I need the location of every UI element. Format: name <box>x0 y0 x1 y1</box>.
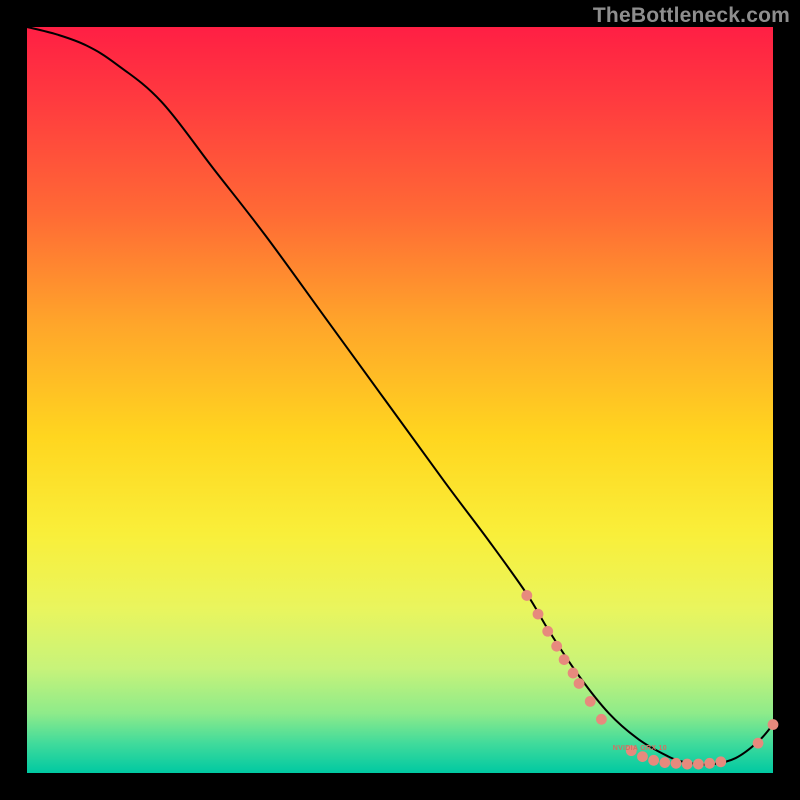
chart-svg <box>27 27 773 773</box>
data-marker <box>753 738 764 749</box>
bottleneck-curve <box>27 27 773 765</box>
data-marker <box>574 678 585 689</box>
data-marker <box>533 609 544 620</box>
data-marker <box>585 696 596 707</box>
chart-stage: NVIDIA GRX 10 TheBottleneck.com <box>0 0 800 800</box>
data-marker <box>559 654 570 665</box>
data-marker <box>715 756 726 767</box>
data-marker <box>659 757 670 768</box>
watermark-text: TheBottleneck.com <box>593 4 790 28</box>
data-marker <box>704 758 715 769</box>
data-marker <box>521 590 532 601</box>
data-marker <box>648 755 659 766</box>
gpu-annotation: NVIDIA GRX 10 <box>613 745 667 752</box>
data-marker <box>596 714 607 725</box>
data-marker <box>693 759 704 770</box>
chart-plot-area: NVIDIA GRX 10 <box>27 27 773 773</box>
data-marker <box>637 751 648 762</box>
data-marker <box>542 626 553 637</box>
data-marker <box>671 758 682 769</box>
data-marker <box>768 719 779 730</box>
data-marker <box>682 759 693 770</box>
data-marker <box>568 668 579 679</box>
marker-group <box>521 590 778 769</box>
data-marker <box>551 641 562 652</box>
